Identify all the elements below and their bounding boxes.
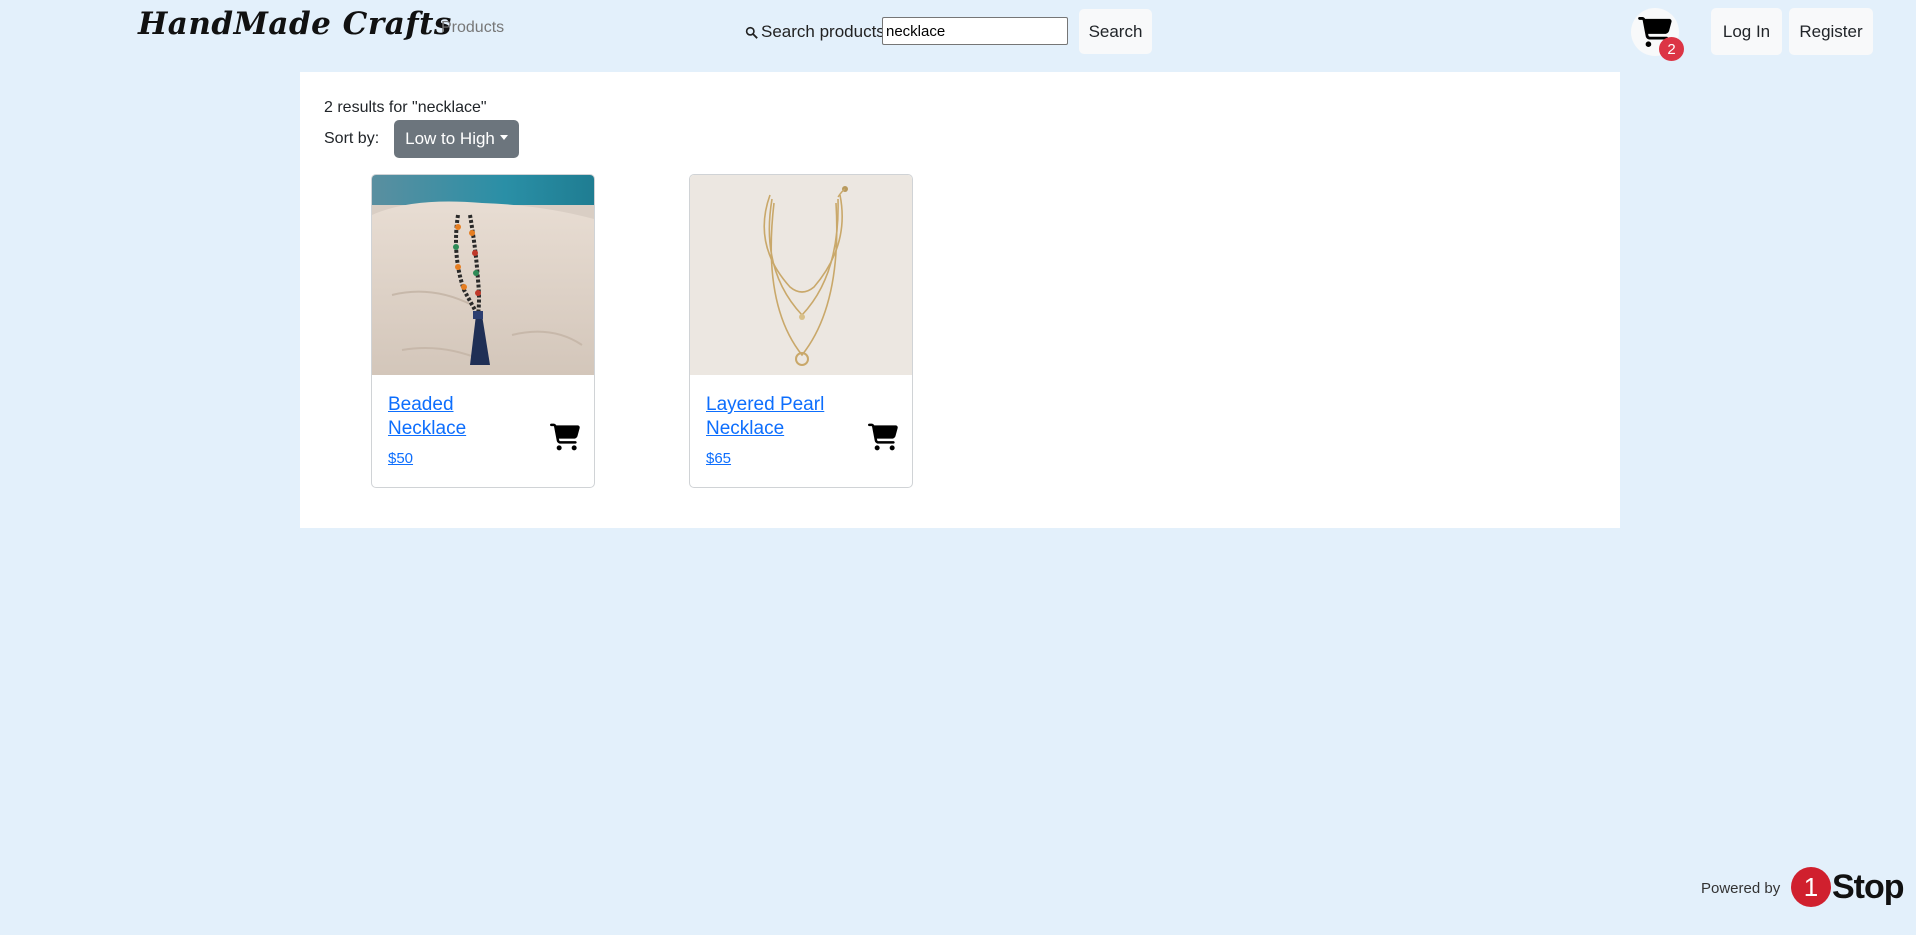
register-button[interactable]: Register xyxy=(1789,8,1873,55)
search-icon xyxy=(745,26,758,39)
product-card: Beaded Necklace $50 xyxy=(371,174,595,488)
sort-dropdown[interactable]: Low to High xyxy=(394,120,519,158)
1stop-logo[interactable]: 1 Stop xyxy=(1791,867,1905,907)
cart-count-badge: 2 xyxy=(1659,37,1684,61)
product-price-link[interactable]: $50 xyxy=(388,450,413,467)
sort-label: Sort by: xyxy=(324,130,380,147)
logo-text: Stop xyxy=(1832,867,1905,906)
beaded-necklace-image[interactable] xyxy=(372,175,594,375)
logo-number: 1 xyxy=(1791,867,1831,907)
sort-dropdown-value: Low to High xyxy=(405,129,495,148)
product-title-link[interactable]: Beaded Necklace xyxy=(388,393,528,441)
product-price-link[interactable]: $65 xyxy=(706,450,731,467)
add-to-cart-button[interactable] xyxy=(550,423,580,451)
add-to-cart-icon xyxy=(550,423,580,451)
search-label-text: Search products xyxy=(761,22,885,41)
chevron-down-icon xyxy=(499,134,508,140)
login-button[interactable]: Log In xyxy=(1711,8,1782,55)
search-button[interactable]: Search xyxy=(1079,9,1152,54)
product-card: Layered Pearl Necklace $65 xyxy=(689,174,913,488)
layered-pearl-necklace-image[interactable] xyxy=(690,175,912,375)
results-summary: 2 results for "necklace" xyxy=(324,99,487,116)
search-input[interactable] xyxy=(882,17,1068,45)
add-to-cart-button[interactable] xyxy=(868,423,898,451)
brand-logo[interactable]: HandMade Crafts xyxy=(138,6,452,42)
powered-by-text: Powered by xyxy=(1701,880,1781,897)
product-title-link[interactable]: Layered Pearl Necklace xyxy=(706,393,846,441)
nav-products-link[interactable]: Products xyxy=(441,19,504,37)
add-to-cart-icon xyxy=(868,423,898,451)
search-label: Search products xyxy=(745,22,885,42)
